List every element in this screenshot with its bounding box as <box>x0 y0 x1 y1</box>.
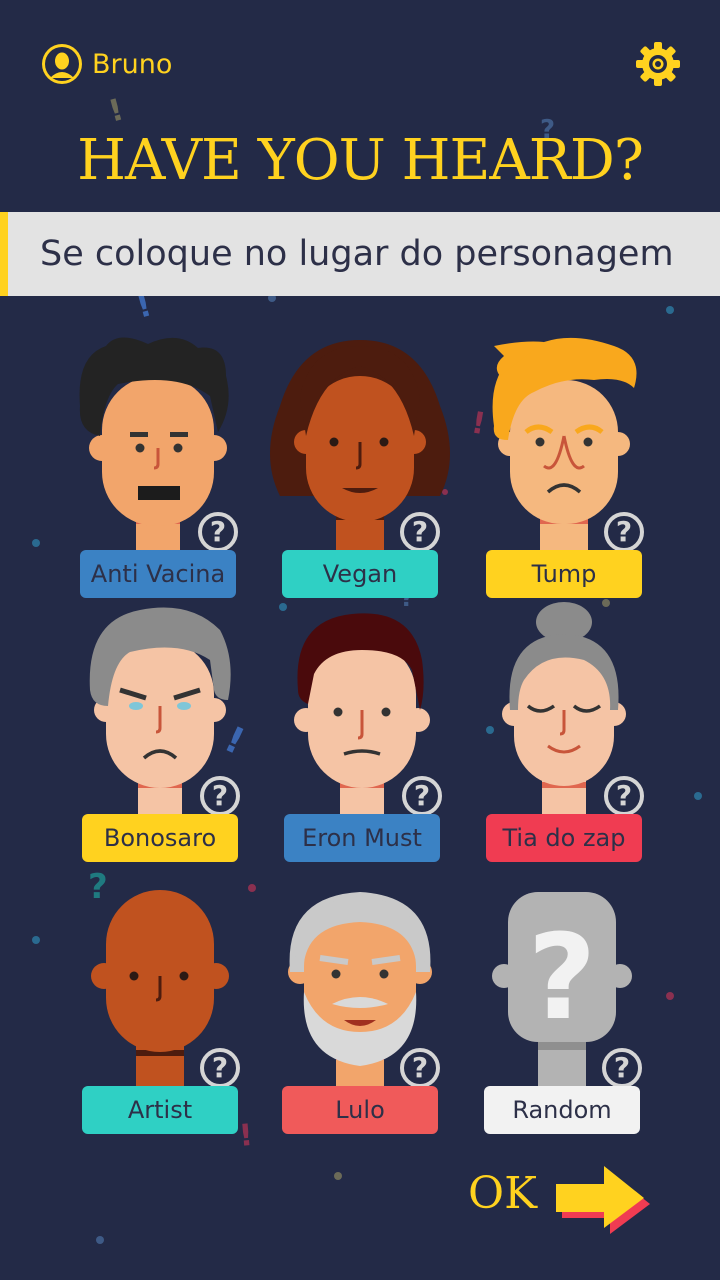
subtitle-bar: Se coloque no lugar do personagem <box>0 212 720 296</box>
svg-text:!: ! <box>105 92 127 129</box>
username: Bruno <box>92 48 173 80</box>
character-label: Vegan <box>282 550 438 598</box>
question-circle-icon[interactable]: ? <box>400 512 440 552</box>
question-circle-icon[interactable]: ? <box>602 1048 642 1088</box>
character-label: Eron Must <box>284 814 440 862</box>
question-circle-icon[interactable]: ? <box>604 512 644 552</box>
ok-button[interactable]: OK <box>468 1162 658 1234</box>
question-circle-icon[interactable]: ? <box>604 776 644 816</box>
arrow-right-icon <box>556 1166 650 1234</box>
subtitle-text: Se coloque no lugar do personagem <box>40 234 674 274</box>
page-title: HAVE YOU HEARD? <box>77 128 644 193</box>
character-card-vegan[interactable]: ? Vegan <box>260 336 460 606</box>
character-card-lulo[interactable]: ? Lulo <box>260 872 460 1142</box>
character-card-tump[interactable]: ? Tump <box>464 336 664 606</box>
character-label: Bonosaro <box>82 814 238 862</box>
character-label: Artist <box>82 1086 238 1134</box>
character-card-bonosaro[interactable]: ? Bonosaro <box>60 600 260 870</box>
question-circle-icon[interactable]: ? <box>198 512 238 552</box>
character-card-artist[interactable]: ? Artist <box>60 872 260 1142</box>
character-label: Lulo <box>282 1086 438 1134</box>
character-label: Tump <box>486 550 642 598</box>
character-card-random[interactable]: ? ? Random <box>462 872 662 1142</box>
svg-text:?: ? <box>528 908 596 1046</box>
character-label: Tia do zap <box>486 814 642 862</box>
character-card-anti-vacina[interactable]: ? Anti Vacina <box>58 336 258 606</box>
user-avatar-icon <box>42 44 82 84</box>
character-label: Anti Vacina <box>80 550 236 598</box>
question-circle-icon[interactable]: ? <box>402 776 442 816</box>
character-card-eron-must[interactable]: ? Eron Must <box>262 600 462 870</box>
question-circle-icon[interactable]: ? <box>400 1048 440 1088</box>
question-circle-icon[interactable]: ? <box>200 1048 240 1088</box>
character-card-tia-do-zap[interactable]: ? Tia do zap <box>464 600 664 870</box>
character-label: Random <box>484 1086 640 1134</box>
user-profile[interactable]: Bruno <box>40 42 172 86</box>
gear-icon[interactable] <box>634 40 682 88</box>
ok-label: OK <box>468 1168 537 1219</box>
question-circle-icon[interactable]: ? <box>200 776 240 816</box>
